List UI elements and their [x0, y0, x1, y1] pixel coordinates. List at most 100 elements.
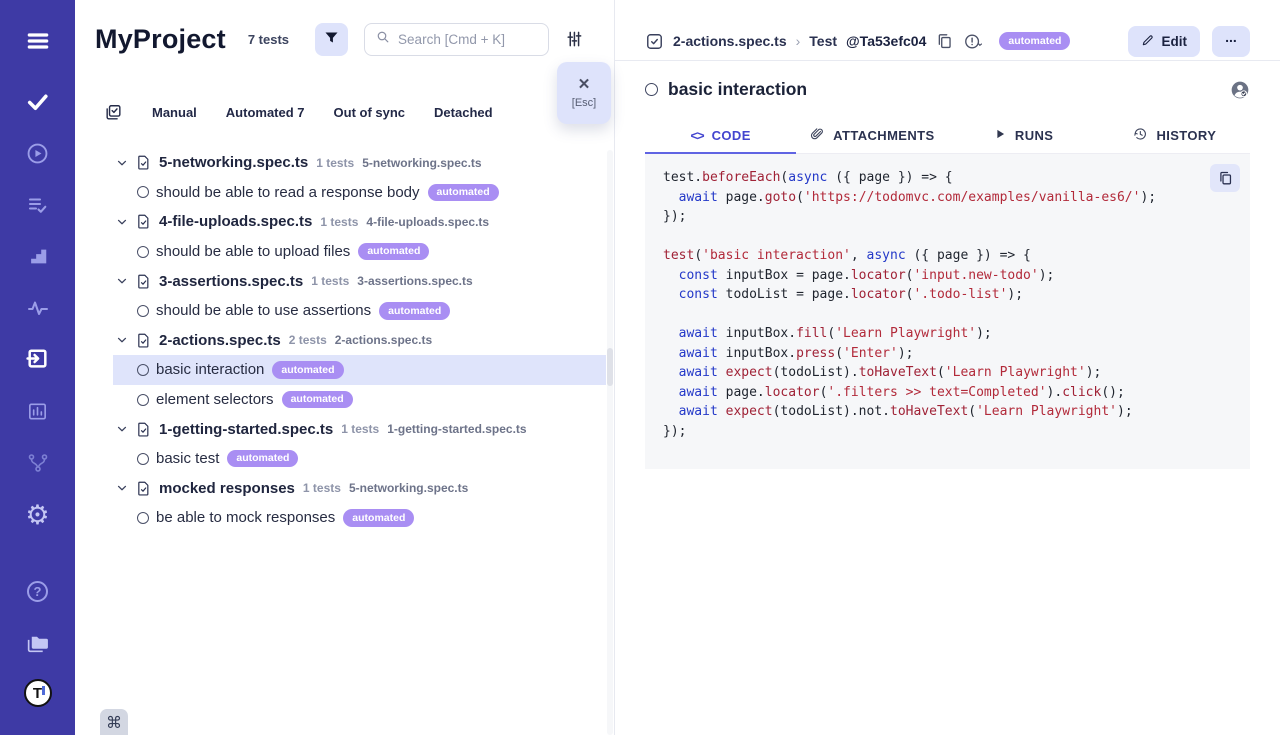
spec-file-name: mocked responses [159, 480, 295, 497]
filter-tab-manual[interactable]: Manual [152, 105, 197, 120]
automated-badge: automated [358, 243, 429, 261]
code-line [663, 227, 1232, 247]
bar-chart-icon[interactable] [24, 397, 52, 425]
automated-badge: automated [343, 509, 414, 527]
play-icon [993, 127, 1007, 144]
edit-button-label: Edit [1162, 34, 1188, 49]
copy-id-icon[interactable] [935, 32, 954, 51]
list-panel-header: MyProject 7 tests [95, 21, 604, 57]
spec-file-path: 4-file-uploads.spec.ts [366, 215, 489, 229]
chevron-down-icon[interactable] [115, 274, 129, 288]
activity-pulse-icon[interactable] [24, 294, 52, 322]
search-icon [375, 29, 391, 50]
menu-icon[interactable] [24, 27, 52, 55]
test-status-circle-icon [645, 83, 658, 96]
code-lines: test.beforeEach(async ({ page }) => { aw… [663, 168, 1232, 441]
filter-tab-automated[interactable]: Automated 7 [226, 105, 305, 120]
import-icon[interactable] [24, 344, 52, 372]
code-line: await expect(todoList).not.toHaveText('L… [663, 402, 1232, 422]
play-circle-icon[interactable] [24, 139, 52, 167]
spec-file-row[interactable]: 1-getting-started.spec.ts1 tests1-gettin… [75, 414, 606, 444]
test-row[interactable]: should be able to read a response bodyau… [113, 178, 606, 208]
filter-button[interactable] [315, 23, 348, 56]
list-check-icon[interactable] [24, 191, 52, 219]
code-icon: <> [690, 128, 703, 143]
test-detail-panel: 2-actions.spec.ts › Test @Ta53efc04 auto… [615, 0, 1280, 735]
automated-badge: automated [379, 302, 450, 320]
chevron-down-icon[interactable] [115, 481, 129, 495]
sync-status-icon[interactable] [963, 32, 982, 51]
tab-label: RUNS [1015, 128, 1053, 143]
test-status-circle-icon [137, 305, 149, 317]
projects-folder-icon[interactable] [24, 629, 52, 657]
spec-file-name: 1-getting-started.spec.ts [159, 421, 333, 438]
select-all-icon[interactable] [104, 103, 123, 122]
tab-label: CODE [712, 128, 751, 143]
test-row[interactable]: basic testautomated [113, 444, 606, 474]
filter-tab-out-of-sync[interactable]: Out of sync [334, 105, 406, 120]
tab-attachments[interactable]: ATTACHMENTS [796, 117, 947, 153]
tab-runs[interactable]: RUNS [948, 117, 1099, 153]
test-row[interactable]: should be able to upload filesautomated [113, 237, 606, 267]
breadcrumb-type: Test [809, 33, 837, 49]
tab-history[interactable]: HISTORY [1099, 117, 1250, 153]
test-row[interactable]: should be able to use assertionsautomate… [113, 296, 606, 326]
search-input[interactable] [398, 32, 528, 47]
automated-badge: automated [428, 184, 499, 202]
test-list-panel: MyProject 7 tests ✕ [Esc] ManualAutomate… [75, 0, 615, 735]
spec-file-row[interactable]: 4-file-uploads.spec.ts1 tests4-file-uplo… [75, 207, 606, 237]
code-line: const inputBox = page.locator('input.new… [663, 266, 1232, 286]
settings-gear-icon[interactable]: ⚙ [24, 501, 52, 529]
test-title: basic interaction [668, 79, 807, 100]
app-window: ⚙ ? T MyProject 7 tests ✕ [Esc] ManualAu… [0, 0, 1280, 735]
spec-test-count: 1 tests [316, 156, 354, 170]
test-name: basic interaction [156, 361, 264, 378]
test-row[interactable]: basic interactionautomated [113, 355, 606, 385]
automated-badge: automated [282, 391, 353, 409]
tab-label: HISTORY [1156, 128, 1216, 143]
spec-file-row[interactable]: 2-actions.spec.ts2 tests2-actions.spec.t… [75, 326, 606, 356]
chevron-down-icon[interactable] [115, 422, 129, 436]
test-row[interactable]: be able to mock responsesautomated [113, 503, 606, 533]
page-title: MyProject [95, 24, 226, 55]
test-status-circle-icon [137, 364, 149, 376]
code-line: await inputBox.press('Enter'); [663, 344, 1232, 364]
test-row[interactable]: element selectorsautomated [113, 385, 606, 415]
chevron-down-icon[interactable] [115, 333, 129, 347]
spec-file-row[interactable]: 3-assertions.spec.ts1 tests3-assertions.… [75, 266, 606, 296]
test-id: @Ta53efc04 [846, 33, 926, 49]
edit-button[interactable]: Edit [1128, 26, 1201, 57]
search-box[interactable] [364, 23, 549, 56]
status-badge: automated [999, 32, 1070, 50]
spec-file-row[interactable]: 5-networking.spec.ts1 tests5-networking.… [75, 148, 606, 178]
breadcrumb-file[interactable]: 2-actions.spec.ts [673, 33, 787, 49]
branch-icon[interactable] [24, 449, 52, 477]
scrollbar-track[interactable] [607, 150, 613, 735]
tests-check-icon[interactable] [24, 87, 52, 115]
paperclip-icon [809, 126, 825, 145]
history-clock-icon [1132, 126, 1148, 145]
chevron-down-icon[interactable] [115, 156, 129, 170]
filter-tab-detached[interactable]: Detached [434, 105, 493, 120]
app-logo[interactable]: T [24, 679, 52, 707]
view-settings-icon[interactable] [564, 29, 584, 49]
help-question-icon[interactable]: ? [24, 577, 52, 605]
code-block: test.beforeEach(async ({ page }) => { aw… [645, 154, 1250, 469]
assignee-avatar-icon[interactable] [1230, 80, 1250, 100]
more-options-button[interactable]: ... [1212, 26, 1250, 57]
tab-code[interactable]: <> CODE [645, 117, 796, 153]
code-line: }); [663, 422, 1232, 442]
spec-file-name: 4-file-uploads.spec.ts [159, 213, 312, 230]
spec-file-name: 5-networking.spec.ts [159, 154, 308, 171]
spec-file-row[interactable]: mocked responses1 tests5-networking.spec… [75, 474, 606, 504]
steps-icon[interactable] [24, 242, 52, 270]
spec-file-icon [135, 154, 152, 171]
spec-test-count: 1 tests [311, 274, 349, 288]
copy-code-button[interactable] [1210, 164, 1240, 192]
chevron-down-icon[interactable] [115, 215, 129, 229]
scrollbar-thumb[interactable] [607, 348, 613, 386]
command-shortcut-button[interactable]: ⌘ [100, 709, 128, 735]
code-line: await page.goto('https://todomvc.com/exa… [663, 188, 1232, 208]
filter-tabs: Manual Automated 7 Out of sync Detached [104, 96, 614, 128]
close-icon[interactable]: ✕ [578, 77, 591, 92]
